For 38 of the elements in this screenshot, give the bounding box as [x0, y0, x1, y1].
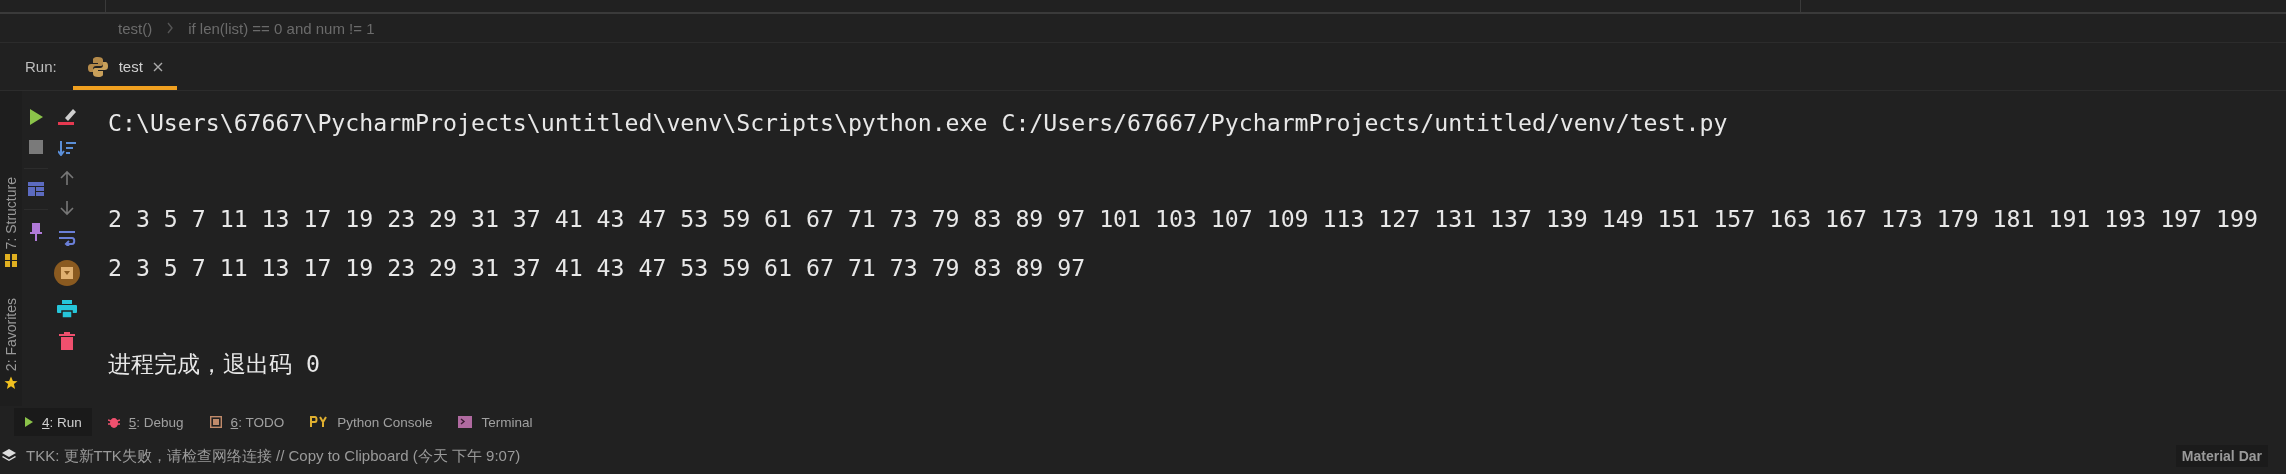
play-icon [24, 417, 33, 427]
list-icon [209, 416, 222, 428]
down-arrow-icon[interactable] [59, 200, 75, 216]
python-icon [86, 55, 109, 78]
layers-icon [2, 449, 16, 463]
tool-window-button[interactable]: Terminal [448, 408, 543, 436]
chevron-icon [166, 22, 175, 34]
run-icon[interactable] [28, 108, 44, 126]
sort-icon[interactable] [58, 140, 76, 156]
print-icon[interactable] [57, 300, 77, 318]
console-line: 2 3 5 7 11 13 17 19 23 29 31 37 41 43 47 53 59 61 67 71 73 79 83 89 97 101 103 107 109 113 127 131 137 139 149 151 157 163 167 173 179 181 191 193 197 199 [108, 204, 2258, 234]
star-icon [4, 375, 18, 390]
stop-icon[interactable] [28, 139, 44, 155]
wrap-icon[interactable] [58, 230, 76, 246]
up-arrow-icon[interactable] [59, 170, 75, 186]
structure-icon [4, 253, 18, 269]
terminal-icon [458, 416, 473, 428]
console-line: 进程完成，退出码 0 [108, 349, 321, 379]
run-tab[interactable]: test [72, 47, 177, 90]
console-line: C:\Users\67667\PycharmProjects\untitled\venv\Scripts\python.exe C:/Users/67667/PycharmProjects/untitled/venv/test.py [108, 108, 1729, 138]
python-console-icon [310, 416, 329, 428]
layout-icon[interactable] [28, 182, 44, 196]
tool-window-button[interactable]: Python Console [300, 408, 443, 436]
tool-window-button[interactable]: 6: TODO [199, 408, 295, 436]
run-label: Run: [25, 58, 57, 75]
close-icon[interactable] [152, 61, 163, 72]
bug-icon [107, 416, 120, 428]
eraser-icon[interactable] [57, 108, 77, 126]
console-line: 2 3 5 7 11 13 17 19 23 29 31 37 41 43 47 53 59 61 67 71 73 79 83 89 97 [108, 253, 1087, 283]
pin-icon[interactable] [30, 223, 42, 241]
tool-window-button[interactable]: 4: Run [14, 408, 92, 436]
scroll-to-end-icon[interactable] [54, 260, 80, 286]
theme-label[interactable]: Material Dar [2175, 445, 2268, 467]
side-tab[interactable]: 2: Favorites [3, 298, 19, 372]
trash-icon[interactable] [59, 332, 75, 350]
tool-window-button[interactable]: 5: Debug [97, 408, 194, 436]
status-message: TKK: 更新TTK失败，请检查网络连接 // Copy to Clipboard (今天 下午 9:07) [26, 446, 521, 466]
side-tab[interactable]: 7: Structure [3, 177, 19, 250]
